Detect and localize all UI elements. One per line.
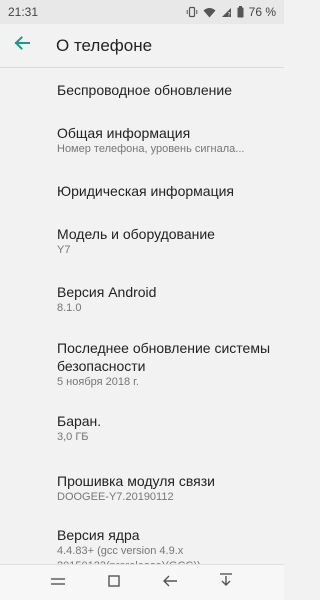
status-left: 21:31 [8, 5, 38, 19]
list-item-subtitle: 8.1.0 [57, 302, 82, 314]
list-item-subtitle: 4.4.83+ (gcc version 4.9.x [57, 545, 184, 557]
status-bar: 21:31 ? 76 % [0, 0, 284, 24]
nav-back-button[interactable] [156, 569, 184, 597]
battery-icon [237, 6, 244, 18]
list-item-title: Баран. [57, 413, 102, 429]
menu-button[interactable] [44, 569, 72, 597]
list-item-title: Прошивка модуля связи [57, 473, 215, 489]
battery-percent: 76 % [248, 5, 276, 19]
notifications-pull-icon [219, 573, 233, 592]
list-item-security-update[interactable]: Последнее обновление системы безопасност… [0, 328, 284, 396]
app-bar: О телефоне [0, 24, 284, 68]
list-item-subtitle: Y7 [57, 244, 71, 256]
list-item-title: Юридическая информация [57, 183, 234, 199]
list-item-legal-info[interactable]: Юридическая информация [0, 170, 284, 213]
list-item-title: Версия Android [57, 284, 157, 300]
status-time: 21:31 [8, 5, 39, 19]
list-item-title: Последнее обновление системы безопасност… [57, 340, 271, 374]
list-item-subtitle: 3,0 ГБ [57, 431, 89, 443]
recents-icon [108, 574, 120, 592]
back-button[interactable] [0, 24, 44, 68]
list-item-general-info[interactable]: Общая информация Номер телефона, уровень… [0, 111, 284, 170]
vibrate-icon [186, 6, 198, 18]
wifi-icon [203, 7, 216, 18]
settings-list: Беспроводное обновление Общая информация… [0, 68, 284, 574]
list-item-title: Общая информация [57, 125, 191, 141]
list-item-subtitle: DOOGEE-Y7.20190112 [57, 491, 174, 503]
navigation-bar [0, 564, 284, 600]
list-item-subtitle: 5 ноября 2018 г. [57, 376, 139, 388]
list-item-baseband[interactable]: Прошивка модуля связи DOOGEE-Y7.20190112 [0, 457, 284, 514]
recents-button[interactable] [100, 569, 128, 597]
list-item-title: Беспроводное обновление [57, 82, 232, 98]
back-icon [163, 574, 177, 592]
menu-icon [51, 574, 65, 592]
list-item-title: Версия ядра [57, 527, 140, 543]
list-item-subtitle: Номер телефона, уровень сигнала... [57, 143, 245, 155]
list-item-wireless-update[interactable]: Беспроводное обновление [0, 68, 284, 111]
list-item-android-version[interactable]: Версия Android 8.1.0 [0, 271, 284, 328]
svg-text:?: ? [227, 11, 230, 18]
status-right: ? 76 % [186, 5, 276, 19]
arrow-left-icon [14, 35, 30, 56]
signal-icon: ? [221, 7, 232, 18]
notifications-pull-button[interactable] [212, 569, 240, 597]
page-title: О телефоне [56, 35, 153, 55]
list-item-ram[interactable]: Баран. 3,0 ГБ [0, 396, 284, 457]
list-item-title: Модель и оборудование [57, 226, 215, 242]
list-item-model-hardware[interactable]: Модель и оборудование Y7 [0, 213, 284, 271]
about-phone-screen: 21:31 ? 76 % О телефоне Беспроводное обн… [0, 0, 284, 600]
